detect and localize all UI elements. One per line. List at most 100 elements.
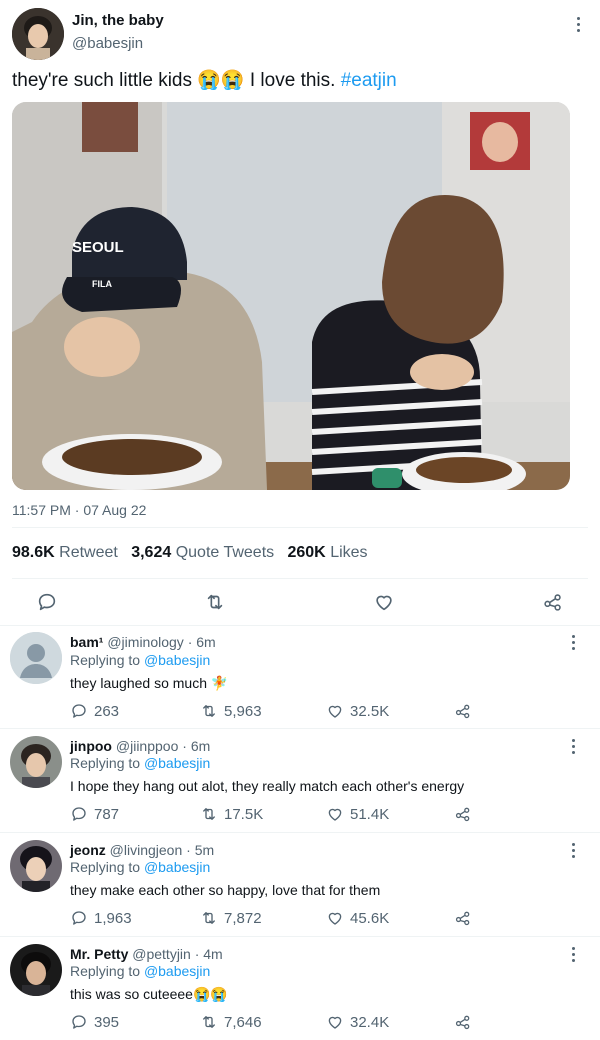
reply-header: Mr. Petty @pettyjin · 4m: [70, 946, 223, 962]
quotes-count: 3,624: [131, 544, 172, 561]
reply-author-handle[interactable]: @pettyjin: [132, 946, 191, 962]
replying-label: Replying to: [70, 755, 141, 771]
reply-more-icon[interactable]: [565, 632, 581, 652]
reply-share-button[interactable]: [454, 1013, 472, 1031]
tweet-photo[interactable]: SEOUL FILA: [12, 102, 570, 490]
reply-more-icon[interactable]: [565, 736, 581, 756]
cap-brand: FILA: [92, 279, 112, 289]
reply-text: this was so cuteeee😭😭: [70, 986, 228, 1002]
reply-comment-button[interactable]: 395: [70, 1013, 119, 1031]
reply-avatar[interactable]: [10, 840, 62, 892]
comment-icon: [38, 593, 56, 611]
replying-label: Replying to: [70, 963, 141, 979]
tweet-more-icon[interactable]: [570, 14, 586, 34]
reply-more-icon[interactable]: [565, 840, 581, 860]
reply-author-name[interactable]: bam¹: [70, 634, 103, 650]
heart-icon: [328, 912, 342, 925]
author-handle[interactable]: @babesjin: [72, 35, 143, 52]
share-icon: [455, 1015, 470, 1030]
share-icon: [544, 594, 561, 611]
like-button[interactable]: [373, 591, 395, 613]
share-icon: [455, 807, 470, 822]
retweet-button[interactable]: [204, 591, 226, 613]
reply-retweet-button[interactable]: 7,646: [200, 1013, 262, 1031]
reply-author-handle[interactable]: @jiminology: [107, 634, 183, 650]
retweet-icon: [203, 705, 215, 717]
reply-like-count: 51.4K: [350, 805, 390, 823]
share-icon: [455, 911, 470, 926]
reply-share-button[interactable]: [454, 702, 472, 720]
reply-comment-button[interactable]: 1,963: [70, 909, 132, 927]
reply-avatar[interactable]: [10, 944, 62, 996]
retweet-icon: [207, 594, 223, 610]
reply-header: bam¹ @jiminology · 6m: [70, 634, 216, 650]
reply-retweet-button[interactable]: 7,872: [200, 909, 262, 927]
replying-to-link[interactable]: @babesjin: [144, 652, 210, 668]
replying-to-link[interactable]: @babesjin: [144, 859, 210, 875]
retweets-label: Retweet: [59, 544, 118, 561]
reply-avatar[interactable]: [10, 632, 62, 684]
replying-to: Replying to @babesjin: [70, 963, 210, 979]
hashtag-link[interactable]: #eatjin: [341, 70, 397, 91]
reply-comment-count: 395: [94, 1013, 120, 1031]
likes-stat[interactable]: 260K Likes: [287, 544, 367, 561]
reply-share-button[interactable]: [454, 805, 472, 823]
replying-label: Replying to: [70, 652, 141, 668]
tweet-timestamp[interactable]: 11:57 PM · 07 Aug 22: [12, 502, 146, 518]
reply-like-button[interactable]: 45.6K: [326, 909, 389, 927]
reply-like-count: 32.5K: [350, 702, 390, 720]
tweet-text-part: they're such little kids: [12, 70, 198, 91]
reply-tweet[interactable]: jeonz @livingjeon · 5m Replying to @babe…: [0, 834, 600, 936]
quotes-label: Quote Tweets: [175, 544, 275, 561]
likes-count: 260K: [287, 544, 326, 561]
share-button[interactable]: [542, 591, 564, 613]
reply-text: I hope they hang out alot, they really m…: [70, 778, 465, 794]
author-display-name[interactable]: Jin, the baby: [72, 12, 164, 29]
reply-header: jinpoo @jiinppoo · 6m: [70, 738, 210, 754]
reply-avatar-image: [10, 736, 62, 788]
reply-comment-button[interactable]: 263: [70, 702, 119, 720]
divider: [12, 527, 588, 528]
divider: [0, 936, 600, 937]
reply-tweet[interactable]: bam¹ @jiminology · 6m Replying to @babes…: [0, 626, 600, 728]
reply-author-name[interactable]: Mr. Petty: [70, 946, 128, 962]
reply-avatar-image: [10, 840, 62, 892]
reply-tweet[interactable]: jinpoo @jiinppoo · 6m Replying to @babes…: [0, 730, 600, 832]
reply-time[interactable]: · 5m: [186, 842, 214, 858]
comment-icon: [72, 911, 86, 925]
reply-button[interactable]: [36, 591, 58, 613]
reply-author-name[interactable]: jinpoo: [70, 738, 112, 754]
reply-time[interactable]: · 6m: [188, 634, 216, 650]
reply-retweet-count: 5,963: [224, 702, 262, 720]
reply-retweet-count: 7,872: [224, 909, 262, 927]
reply-author-name[interactable]: jeonz: [70, 842, 106, 858]
retweet-stat[interactable]: 98.6K Retweet: [12, 544, 118, 561]
reply-author-handle[interactable]: @jiinppoo: [116, 738, 178, 754]
reply-time[interactable]: · 4m: [195, 946, 223, 962]
author-avatar-image: [12, 8, 64, 60]
tweet-text-part: I love this.: [244, 70, 341, 91]
cap-text: SEOUL: [72, 239, 124, 256]
reply-retweet-count: 7,646: [224, 1013, 262, 1031]
quote-stat[interactable]: 3,624 Quote Tweets: [131, 544, 274, 561]
reply-share-button[interactable]: [454, 909, 472, 927]
reply-retweet-button[interactable]: 17.5K: [200, 805, 263, 823]
replying-to-link[interactable]: @babesjin: [144, 755, 210, 771]
reply-tweet[interactable]: Mr. Petty @pettyjin · 4m Replying to @ba…: [0, 938, 600, 1040]
heart-icon: [328, 705, 342, 718]
reply-avatar[interactable]: [10, 736, 62, 788]
author-avatar[interactable]: [12, 8, 64, 60]
reply-like-button[interactable]: 32.4K: [326, 1013, 389, 1031]
reply-comment-button[interactable]: 787: [70, 805, 119, 823]
reply-retweet-button[interactable]: 5,963: [200, 702, 262, 720]
comment-icon: [72, 1015, 86, 1029]
reply-author-handle[interactable]: @livingjeon: [110, 842, 183, 858]
reply-time[interactable]: · 6m: [182, 738, 210, 754]
comment-icon: [72, 807, 86, 821]
reply-comment-count: 787: [94, 805, 120, 823]
reply-like-button[interactable]: 51.4K: [326, 805, 389, 823]
reply-more-icon[interactable]: [565, 944, 581, 964]
replying-to: Replying to @babesjin: [70, 859, 210, 875]
reply-like-button[interactable]: 32.5K: [326, 702, 389, 720]
replying-to-link[interactable]: @babesjin: [144, 963, 210, 979]
